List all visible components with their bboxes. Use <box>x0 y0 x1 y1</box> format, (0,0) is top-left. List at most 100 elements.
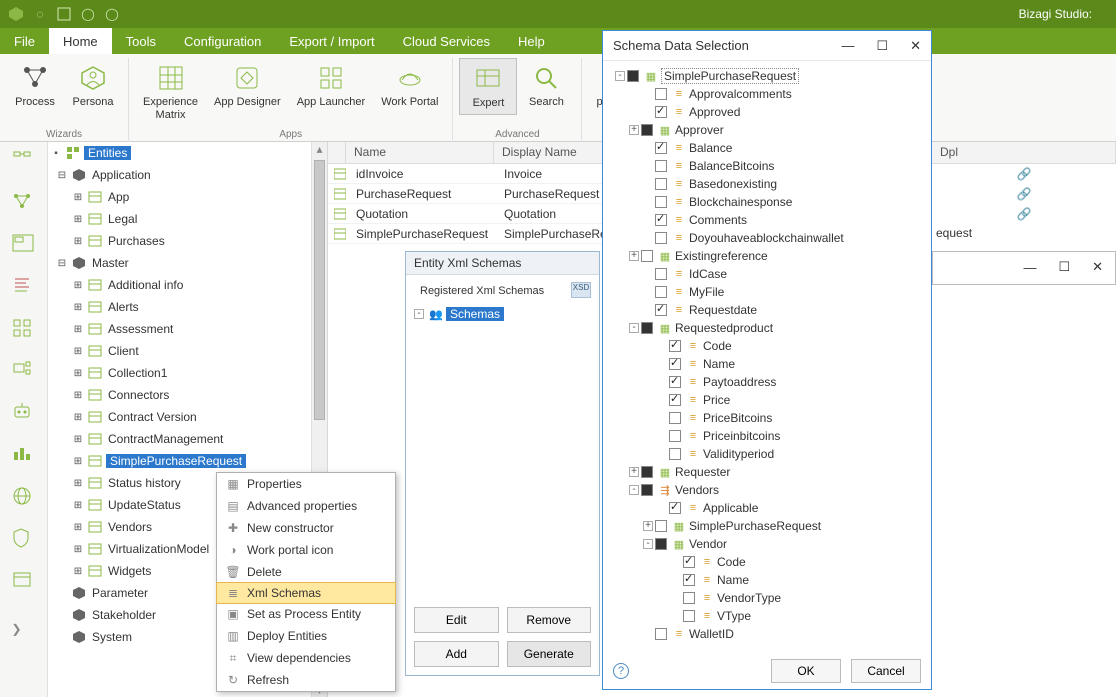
checkbox[interactable] <box>655 160 667 172</box>
schema-item-name[interactable]: ≡Name <box>607 571 927 589</box>
schema-item-approvalcomments[interactable]: ≡Approvalcomments <box>607 85 927 103</box>
schema-item-balance[interactable]: ≡Balance <box>607 139 927 157</box>
expander[interactable]: + <box>629 251 639 261</box>
checkbox[interactable] <box>655 628 667 640</box>
schema-item-blockchainesponse[interactable]: ≡Blockchainesponse <box>607 193 927 211</box>
bgwin-close-button[interactable]: ✕ <box>1092 259 1103 275</box>
rail-icon-diagram[interactable] <box>12 192 36 216</box>
tree-expander[interactable]: ⊞ <box>72 500 84 511</box>
schema-item-simplepurchaserequest[interactable]: +▦SimplePurchaseRequest <box>607 517 927 535</box>
col-name[interactable]: Name <box>346 142 494 163</box>
tree-expander[interactable]: ⊞ <box>72 368 84 379</box>
schema-item-approver[interactable]: +▦Approver <box>607 121 927 139</box>
checkbox[interactable] <box>641 484 653 496</box>
schema-item-myfile[interactable]: ≡MyFile <box>607 283 927 301</box>
checkbox[interactable] <box>641 322 653 334</box>
tree-item-legal[interactable]: ⊞Legal <box>48 208 327 230</box>
menu-export-import[interactable]: Export / Import <box>275 28 388 54</box>
qat-icon-4[interactable]: ◯ <box>102 4 122 24</box>
schema-item-approved[interactable]: ≡Approved <box>607 103 927 121</box>
dialog-ok-button[interactable]: OK <box>771 659 841 683</box>
bgwin-maximize-button[interactable]: ☐ <box>1058 259 1070 275</box>
tree-expander[interactable]: ⊞ <box>72 434 84 445</box>
tree-expander[interactable]: ⊞ <box>72 214 84 225</box>
checkbox[interactable] <box>655 268 667 280</box>
tree-item-master[interactable]: ⊟Master <box>48 252 327 274</box>
schema-item-requester[interactable]: +▦Requester <box>607 463 927 481</box>
tree-expander[interactable]: ⊞ <box>72 192 84 203</box>
checkbox[interactable] <box>683 556 695 568</box>
expander[interactable]: - <box>629 485 639 495</box>
rail-icon-org[interactable] <box>12 318 36 342</box>
dialog-maximize-button[interactable]: ☐ <box>876 38 888 54</box>
ribbon-experience-matrix-button[interactable]: ExperienceMatrix <box>135 58 206 126</box>
checkbox[interactable] <box>655 214 667 226</box>
checkbox[interactable] <box>655 178 667 190</box>
schema-item-basedonexisting[interactable]: ≡Basedonexisting <box>607 175 927 193</box>
tree-item-connectors[interactable]: ⊞Connectors <box>48 384 327 406</box>
ctx-deploy-entities[interactable]: ▥Deploy Entities <box>217 625 395 647</box>
schema-item-code[interactable]: ≡Code <box>607 337 927 355</box>
tree-expander[interactable]: ⊞ <box>72 280 84 291</box>
xml-tree-root[interactable]: - 👥 Schemas <box>412 305 593 323</box>
ribbon-search-button[interactable]: Search <box>517 58 575 115</box>
ctx-view-dependencies[interactable]: ⌗View dependencies <box>217 647 395 669</box>
ctx-delete[interactable]: 🗑Delete <box>217 561 395 583</box>
checkbox[interactable] <box>655 304 667 316</box>
menu-home[interactable]: Home <box>49 28 112 54</box>
checkbox[interactable] <box>669 394 681 406</box>
tree-expander[interactable]: ⊞ <box>72 412 84 423</box>
schema-item-vendortype[interactable]: ≡VendorType <box>607 589 927 607</box>
checkbox[interactable] <box>669 412 681 424</box>
ctx-work-portal-icon[interactable]: ◑Work portal icon <box>217 539 395 561</box>
rail-icon-forms[interactable] <box>12 234 36 258</box>
tree-item-simplepurchaserequest[interactable]: ⊞SimplePurchaseRequest <box>48 450 327 472</box>
rail-expand-icon[interactable]: ❯ <box>12 622 36 646</box>
schema-item-simplepurchaserequest[interactable]: -▦SimplePurchaseRequest <box>607 67 927 85</box>
schema-item-name[interactable]: ≡Name <box>607 355 927 373</box>
schema-item-price[interactable]: ≡Price <box>607 391 927 409</box>
schema-item-pricebitcoins[interactable]: ≡PriceBitcoins <box>607 409 927 427</box>
tree-item-client[interactable]: ⊞Client <box>48 340 327 362</box>
checkbox[interactable] <box>641 466 653 478</box>
back-grid-header[interactable]: Dpl <box>932 142 1116 164</box>
checkbox[interactable] <box>655 538 667 550</box>
checkbox[interactable] <box>683 592 695 604</box>
expander[interactable]: + <box>643 521 653 531</box>
ribbon-work-portal-button[interactable]: Work Portal <box>373 58 446 126</box>
tree-item-application[interactable]: ⊟Application <box>48 164 327 186</box>
checkbox[interactable] <box>655 106 667 118</box>
tree-item-contract-version[interactable]: ⊞Contract Version <box>48 406 327 428</box>
tree-item-app[interactable]: ⊞App <box>48 186 327 208</box>
tree-item-contractmanagement[interactable]: ⊞ContractManagement <box>48 428 327 450</box>
tree-expander[interactable]: ⊞ <box>72 544 84 555</box>
checkbox[interactable] <box>669 430 681 442</box>
checkbox[interactable] <box>655 232 667 244</box>
tree-expander[interactable]: ⊞ <box>72 302 84 313</box>
ctx-xml-schemas[interactable]: ≣Xml Schemas <box>216 582 396 604</box>
dialog-close-button[interactable]: ✕ <box>910 38 921 54</box>
schema-item-paytoaddress[interactable]: ≡Paytoaddress <box>607 373 927 391</box>
schema-item-vtype[interactable]: ≡VType <box>607 607 927 625</box>
schema-item-validityperiod[interactable]: ≡Validityperiod <box>607 445 927 463</box>
schema-item-requestedproduct[interactable]: -▦Requestedproduct <box>607 319 927 337</box>
xml-edit-button[interactable]: Edit <box>414 607 499 633</box>
qat-icon-1[interactable]: ◌ <box>30 4 50 24</box>
tree-expander[interactable]: ⊞ <box>72 478 84 489</box>
xml-add-button[interactable]: Add <box>414 641 499 667</box>
bgwin-minimize-button[interactable]: — <box>1023 260 1036 275</box>
qat-icon-3[interactable]: ◯ <box>78 4 98 24</box>
tree-expander[interactable]: ⊟ <box>56 258 68 269</box>
tree-item-alerts[interactable]: ⊞Alerts <box>48 296 327 318</box>
menu-configuration[interactable]: Configuration <box>170 28 275 54</box>
tree-root-entities[interactable]: ▪ Entities <box>48 142 327 164</box>
checkbox[interactable] <box>655 520 667 532</box>
ribbon-app-launcher-button[interactable]: App Launcher <box>289 58 374 126</box>
schema-item-vendor[interactable]: -▦Vendor <box>607 535 927 553</box>
checkbox[interactable] <box>641 250 653 262</box>
ctx-refresh[interactable]: ↻Refresh <box>217 669 395 691</box>
menu-tools[interactable]: Tools <box>112 28 170 54</box>
expander[interactable]: - <box>643 539 653 549</box>
checkbox[interactable] <box>683 574 695 586</box>
rail-icon-globe[interactable] <box>12 486 36 510</box>
